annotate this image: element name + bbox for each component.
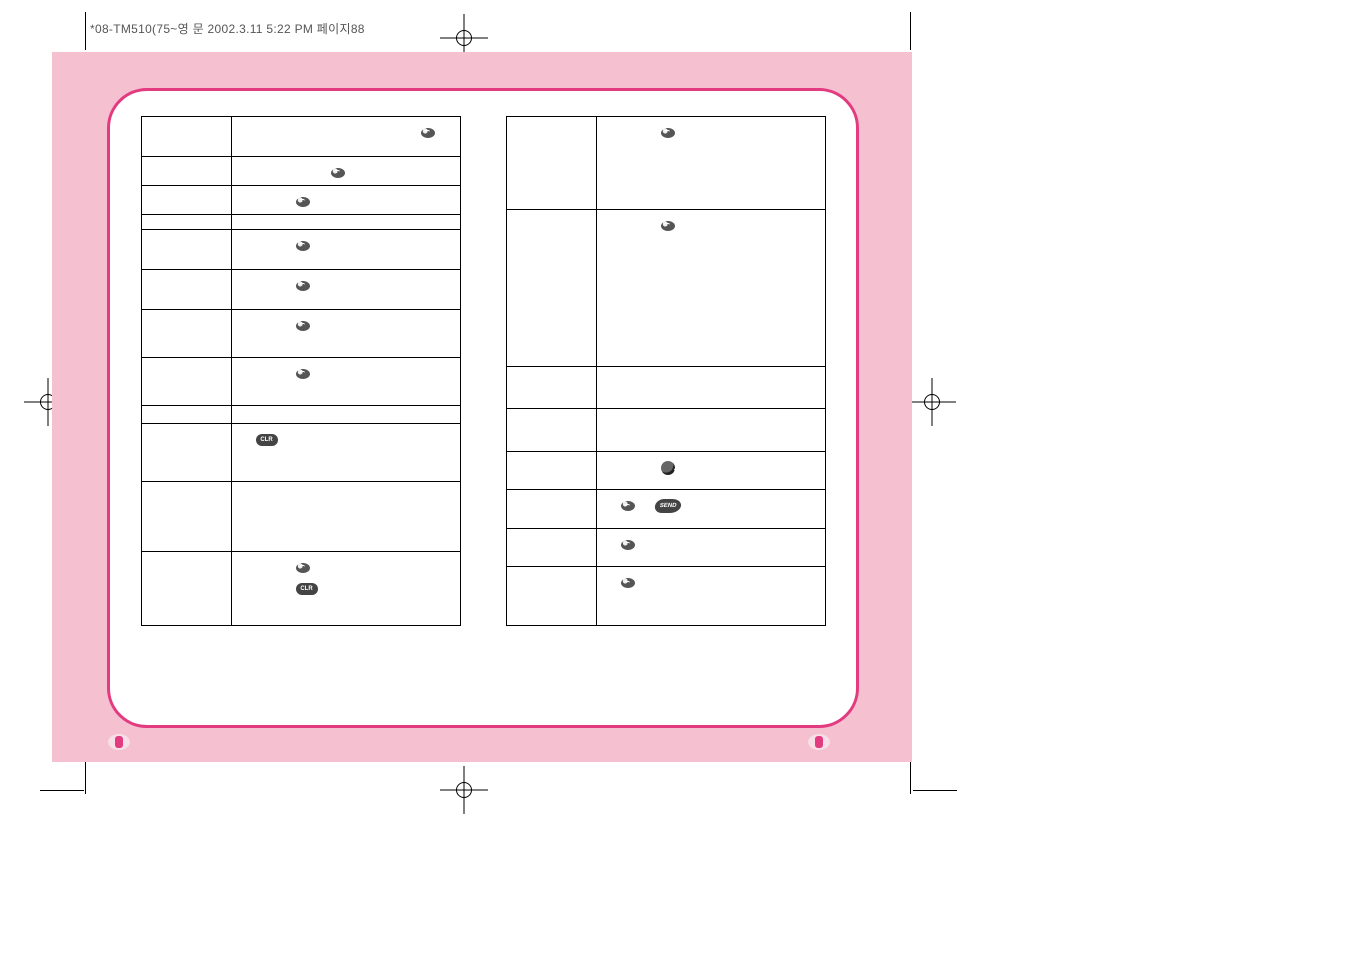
nav-dot-icon: [296, 197, 310, 207]
table-cell: CLR: [231, 424, 460, 482]
table-cell: [596, 451, 825, 490]
nav-dot-icon: [661, 221, 675, 231]
table-cell: [231, 310, 460, 358]
nav-dot-icon: [296, 281, 310, 291]
right-table: SEND: [506, 116, 826, 626]
table-cell-label: [141, 424, 231, 482]
table-row: [141, 482, 460, 552]
registration-mark-icon: [908, 378, 956, 426]
nav-dot-icon: [421, 128, 435, 138]
table-cell: [596, 567, 825, 626]
nav-dot-icon: [296, 563, 310, 573]
table-row: [141, 215, 460, 230]
table-row: [141, 358, 460, 406]
nav-dot-icon: [296, 321, 310, 331]
table-cell-label: [506, 490, 596, 529]
table-cell: [231, 186, 460, 215]
table-row: [141, 270, 460, 310]
table-cell: [231, 230, 460, 270]
nav-dot-icon: [621, 501, 635, 511]
table-cell: [231, 406, 460, 424]
table-cell: [231, 270, 460, 310]
table-cell: [231, 358, 460, 406]
table-cell-label: [141, 270, 231, 310]
table-cell: [596, 210, 825, 367]
crop-mark-icon: [910, 12, 911, 50]
table-cell: [596, 528, 825, 567]
table-cell: CLR: [231, 552, 460, 626]
table-cell-label: [506, 409, 596, 452]
table-cell: [231, 482, 460, 552]
table-cell-label: [506, 366, 596, 409]
table-row: [141, 230, 460, 270]
table-row: [141, 157, 460, 186]
registration-mark-icon: [440, 766, 488, 814]
table-row: [506, 366, 825, 409]
crop-mark-icon: [40, 790, 84, 791]
table-row: CLR: [141, 552, 460, 626]
table-row: [141, 186, 460, 215]
nav-dot-icon: [331, 168, 345, 178]
table-row: [506, 528, 825, 567]
table-cell: [231, 117, 460, 157]
table-cell-label: [141, 482, 231, 552]
table-row: [506, 117, 825, 210]
table-cell-label: [141, 215, 231, 230]
page-number-right-icon: [808, 734, 830, 750]
table-cell: [596, 117, 825, 210]
nav-dot-icon: [621, 578, 635, 588]
crop-mark-icon: [85, 12, 86, 50]
nav-dot-icon: [296, 369, 310, 379]
left-table: CLR CLR: [141, 116, 461, 626]
table-cell-label: [141, 310, 231, 358]
table-row: [141, 310, 460, 358]
table-cell-label: [141, 117, 231, 157]
columns: CLR CLR SEND: [110, 116, 856, 626]
table-cell: [596, 409, 825, 452]
table-cell-label: [141, 358, 231, 406]
print-header: *08-TM510(75~영 문 2002.3.11 5:22 PM 페이지88: [90, 20, 365, 37]
page: *08-TM510(75~영 문 2002.3.11 5:22 PM 페이지88…: [0, 0, 1351, 954]
content-frame: CLR CLR SEND: [107, 88, 859, 728]
table-cell: [231, 215, 460, 230]
nav-dot-icon: [661, 128, 675, 138]
table-cell-label: [141, 230, 231, 270]
clr-button-icon: CLR: [296, 583, 318, 595]
world-icon: [661, 461, 675, 475]
page-number-left-icon: [108, 734, 130, 750]
table-cell-label: [506, 210, 596, 367]
send-button-icon: SEND: [653, 499, 681, 513]
table-cell-label: [506, 451, 596, 490]
table-row: [506, 210, 825, 367]
table-cell-label: [141, 157, 231, 186]
table-cell-label: [141, 186, 231, 215]
table-cell-label: [506, 117, 596, 210]
table-cell-label: [141, 406, 231, 424]
table-row: [506, 567, 825, 626]
table-cell-label: [141, 552, 231, 626]
table-cell: [231, 157, 460, 186]
table-row: CLR: [141, 424, 460, 482]
table-cell-label: [506, 567, 596, 626]
table-row: [141, 117, 460, 157]
table-cell-label: [506, 528, 596, 567]
table-cell: [596, 366, 825, 409]
table-cell: SEND: [596, 490, 825, 529]
nav-dot-icon: [296, 241, 310, 251]
clr-button-icon: CLR: [256, 434, 278, 446]
table-row: [506, 409, 825, 452]
crop-mark-icon: [913, 790, 957, 791]
nav-dot-icon: [621, 540, 635, 550]
table-row: [506, 451, 825, 490]
background-panel: CLR CLR SEND: [52, 52, 912, 762]
table-row: [141, 406, 460, 424]
table-row: SEND: [506, 490, 825, 529]
